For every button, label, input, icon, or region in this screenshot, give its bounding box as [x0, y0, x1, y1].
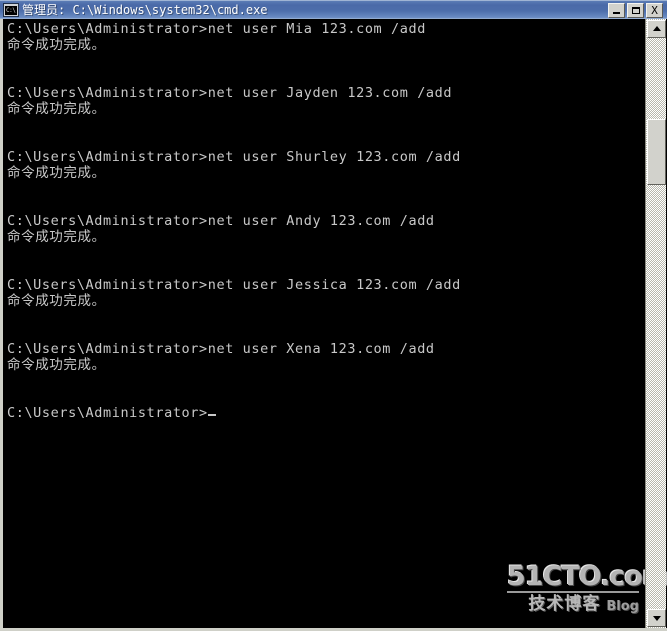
title-bar[interactable]: C:\ 管理员: C:\Windows\system32\cmd.exe X: [0, 0, 667, 19]
chevron-up-icon: [652, 26, 661, 31]
console-line: C:\Users\Administrator>net user Jessica …: [7, 277, 461, 293]
console-line: C:\Users\Administrator>: [7, 405, 461, 421]
watermark: 51CTO.com 技术博客 Blog: [507, 561, 667, 615]
scroll-up-arrow[interactable]: [647, 20, 666, 38]
console-line: C:\Users\Administrator>net user Jayden 1…: [7, 85, 453, 101]
console-line: 命令成功完成。: [7, 101, 106, 117]
chevron-down-icon: [652, 616, 661, 621]
close-icon: X: [651, 3, 658, 17]
watermark-blog-text: Blog: [606, 599, 639, 614]
console-line: C:\Users\Administrator>net user Mia 123.…: [7, 21, 426, 37]
watermark-main-text: 51CTO.com: [507, 561, 667, 593]
maximize-icon: [632, 6, 640, 14]
console-line: 命令成功完成。: [7, 229, 106, 245]
scroll-down-arrow[interactable]: [647, 609, 666, 627]
window-title: 管理员: C:\Windows\system32\cmd.exe: [22, 3, 268, 17]
console-text: C:\Users\Administrator>net user Mia 123.…: [7, 21, 461, 421]
close-button[interactable]: X: [646, 2, 663, 18]
scrollbar-thumb[interactable]: [647, 119, 666, 185]
cmd-window: C:\ 管理员: C:\Windows\system32\cmd.exe X C…: [0, 0, 667, 631]
console-line: 命令成功完成。: [7, 37, 106, 53]
console-line: C:\Users\Administrator>net user Shurley …: [7, 149, 461, 165]
console-cursor: [207, 414, 216, 416]
console-line: 命令成功完成。: [7, 165, 106, 181]
watermark-subtitle: 技术博客 Blog: [507, 594, 639, 615]
window-buttons: X: [608, 2, 663, 18]
watermark-chinese-text: 技术博客: [528, 594, 601, 614]
console-line: C:\Users\Administrator>net user Xena 123…: [7, 341, 435, 357]
console-line: 命令成功完成。: [7, 293, 106, 309]
console-output-area[interactable]: C:\Users\Administrator>net user Mia 123.…: [0, 19, 667, 631]
maximize-button[interactable]: [627, 2, 644, 18]
minimize-icon: [613, 11, 620, 14]
vertical-scrollbar[interactable]: [645, 19, 666, 628]
minimize-button[interactable]: [608, 2, 625, 18]
console-line: C:\Users\Administrator>net user Andy 123…: [7, 213, 435, 229]
cmd-icon-text: C:\: [5, 6, 17, 15]
console-line: 命令成功完成。: [7, 357, 106, 373]
cmd-icon[interactable]: C:\: [3, 3, 19, 17]
